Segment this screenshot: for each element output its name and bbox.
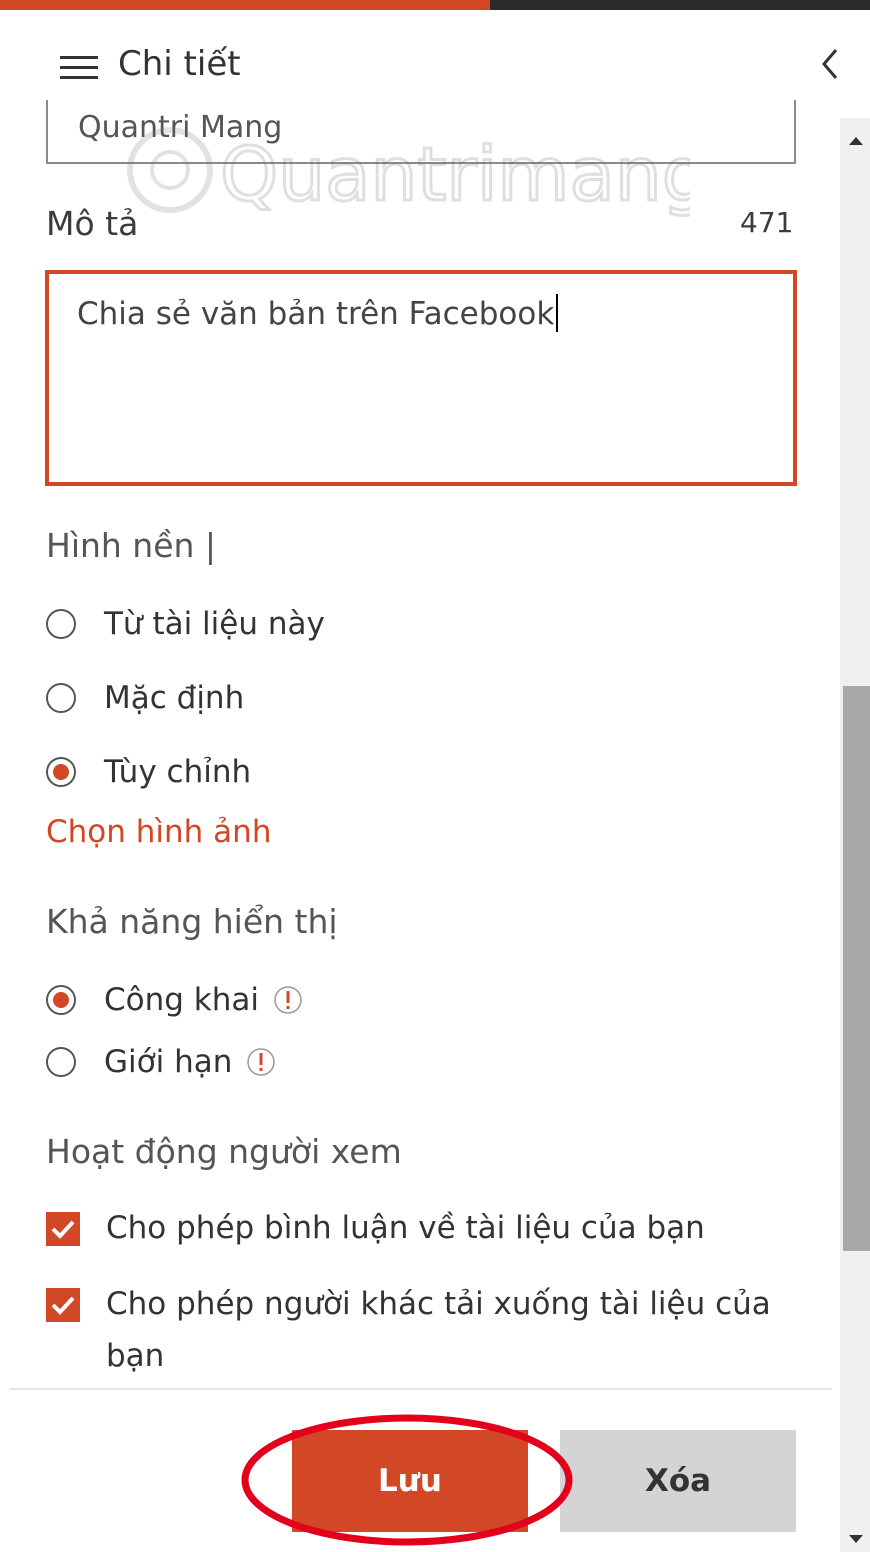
radio-button[interactable] [46, 1047, 76, 1077]
save-button[interactable]: Lưu [292, 1430, 528, 1532]
radio-button-selected[interactable] [46, 985, 76, 1015]
radio-label: Tùy chỉnh [104, 754, 252, 790]
description-char-count: 471 [740, 206, 794, 239]
visibility-section-label: Khả năng hiển thị [46, 902, 338, 941]
checkmark-icon [51, 1296, 75, 1315]
checkbox-allow-downloads[interactable]: Cho phép người khác tải xuống tài liệu c… [46, 1284, 806, 1382]
radio-label: Từ tài liệu này [104, 606, 325, 642]
checkbox-checked[interactable] [46, 1212, 80, 1246]
scroll-up-arrow-icon[interactable] [848, 132, 864, 151]
hamburger-icon[interactable] [60, 56, 100, 84]
checkmark-icon [51, 1220, 75, 1239]
radio-button[interactable] [46, 683, 76, 713]
watermark-logo: Quantrimang [127, 127, 690, 220]
radio-visibility-public[interactable]: Công khai [46, 980, 303, 1020]
radio-background-custom[interactable]: Tùy chỉnh [46, 752, 251, 792]
checkbox-allow-comments[interactable]: Cho phép bình luận về tài liệu của bạn [46, 1208, 806, 1254]
header-title: Chi tiết [118, 44, 241, 84]
delete-button[interactable]: Xóa [560, 1430, 796, 1532]
radio-background-from-document[interactable]: Từ tài liệu này [46, 604, 325, 644]
checkbox-checked[interactable] [46, 1288, 80, 1322]
top-accent-bar [0, 0, 490, 10]
choose-image-link[interactable]: Chọn hình ảnh [46, 814, 271, 850]
radio-label: Giới hạn [104, 1044, 233, 1080]
radio-label: Công khai [104, 982, 259, 1018]
description-textarea[interactable]: Chia sẻ văn bản trên Facebook [45, 270, 797, 486]
scroll-down-arrow-icon[interactable] [848, 1530, 864, 1549]
radio-background-default[interactable]: Mặc định [46, 678, 244, 718]
checkbox-label: Cho phép người khác tải xuống tài liệu c… [106, 1286, 771, 1374]
radio-button[interactable] [46, 609, 76, 639]
background-section-label: Hình nền | [46, 526, 217, 565]
viewer-activity-section-label: Hoạt động người xem [46, 1132, 402, 1171]
description-text: Chia sẻ văn bản trên Facebook [77, 296, 555, 332]
info-icon[interactable] [246, 1047, 276, 1077]
radio-label: Mặc định [104, 680, 245, 716]
radio-visibility-restricted[interactable]: Giới hạn [46, 1042, 276, 1082]
top-dark-bar [490, 0, 870, 10]
footer-divider [10, 1388, 832, 1390]
chevron-left-icon[interactable] [818, 44, 848, 84]
description-label: Mô tả [46, 204, 139, 243]
text-caret [556, 294, 559, 332]
radio-button-selected[interactable] [46, 757, 76, 787]
checkbox-label: Cho phép bình luận về tài liệu của bạn [106, 1210, 705, 1246]
scrollbar-thumb[interactable] [843, 686, 870, 1251]
svg-text:Quantrimang: Quantrimang [220, 132, 690, 218]
info-icon[interactable] [273, 985, 303, 1015]
